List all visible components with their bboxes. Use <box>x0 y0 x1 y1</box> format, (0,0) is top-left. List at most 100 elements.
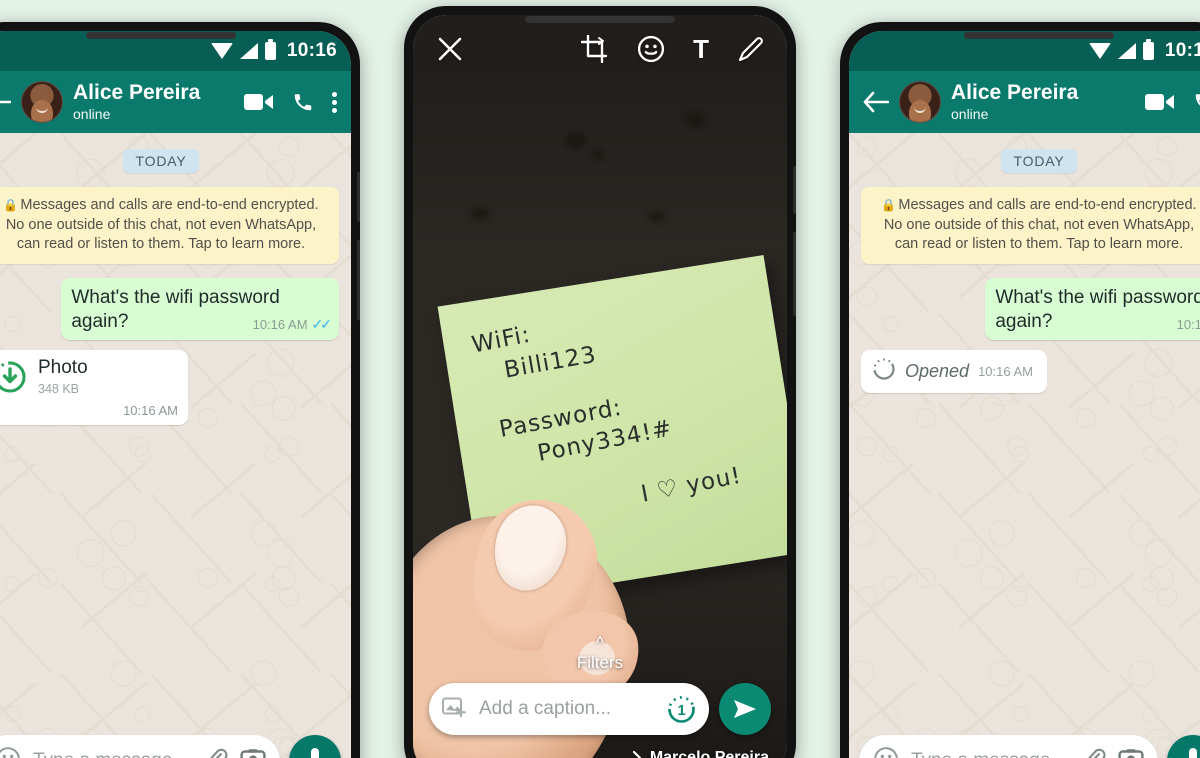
recipient-row[interactable]: Marcelo Pereira <box>631 749 769 758</box>
phone-volume-button[interactable] <box>793 232 796 316</box>
chat-message-list: TODAY 🔒 Messages and calls are end-to-end… <box>0 133 351 758</box>
microphone-icon <box>1189 748 1197 758</box>
message-meta: 10:16 AM ✓✓ <box>253 315 333 334</box>
video-call-icon[interactable] <box>1145 92 1175 112</box>
message-input-placeholder[interactable]: Type a message <box>33 750 190 758</box>
phone-middle-photo-editor: WiFi: Billi123 Password: Pony334!# I ♡ y… <box>404 6 796 758</box>
view-once-opened-icon <box>872 357 896 386</box>
status-bar-time: 10:16 <box>286 40 337 61</box>
message-input-pill[interactable]: Type a message <box>859 735 1158 758</box>
phone-side-button[interactable] <box>793 166 796 214</box>
contact-avatar[interactable] <box>21 81 63 123</box>
contact-name: Alice Pereira <box>951 81 1079 105</box>
double-check-read-icon: ✓✓ <box>311 315 333 332</box>
chat-header-texts[interactable]: Alice Pereira online <box>951 82 1135 122</box>
pencil-draw-icon[interactable] <box>737 35 765 63</box>
phone-call-icon[interactable] <box>292 91 314 113</box>
filters-control[interactable]: ^ Filters <box>413 634 787 673</box>
phone-side-button[interactable] <box>357 172 360 222</box>
battery-icon <box>264 39 276 60</box>
caption-placeholder[interactable]: Add a caption... <box>479 698 654 720</box>
microphone-icon <box>311 748 319 758</box>
emoji-icon[interactable] <box>0 746 21 758</box>
chevron-up-icon: ^ <box>596 633 604 652</box>
emoji-icon[interactable] <box>873 746 899 758</box>
opened-label: Opened <box>905 360 970 381</box>
message-text: What's the wifi password again? <box>71 287 280 332</box>
wifi-icon <box>1088 43 1111 59</box>
message-composer: Type a message <box>0 729 351 758</box>
camera-icon[interactable] <box>240 747 266 758</box>
middle-screen: WiFi: Billi123 Password: Pony334!# I ♡ y… <box>413 15 787 758</box>
message-input-placeholder[interactable]: Type a message <box>911 750 1068 758</box>
send-button[interactable] <box>719 683 771 735</box>
encryption-notice-text: Messages and calls are end-to-end encryp… <box>883 197 1197 253</box>
message-meta: 10:16 AM ✓✓ <box>1177 316 1200 334</box>
view-once-download-icon[interactable] <box>0 360 27 394</box>
view-once-badge[interactable]: 1 <box>666 694 697 725</box>
screenshot-stage: 10:16 Alice Pereira online TODAY 🔒 Messa… <box>0 0 1200 758</box>
encryption-notice[interactable]: 🔒 Messages and calls are end-to-end encry… <box>861 187 1200 265</box>
close-icon[interactable] <box>435 34 465 64</box>
status-bar-time: 10:16 <box>1164 40 1200 61</box>
back-arrow-icon[interactable] <box>863 91 889 113</box>
message-row-outgoing: What's the wifi password again? 10:16 AM… <box>0 278 339 340</box>
chevron-right-icon <box>632 750 641 758</box>
left-screen: 10:16 Alice Pereira online TODAY 🔒 Messa… <box>0 31 351 758</box>
voice-record-button[interactable] <box>289 735 341 758</box>
file-name: Photo <box>38 356 88 378</box>
signal-icon <box>239 43 258 59</box>
back-arrow-icon[interactable] <box>0 91 11 113</box>
status-bar: 10:16 <box>849 31 1200 71</box>
note-line-5: I ♡ you! <box>639 462 744 508</box>
contact-presence: online <box>951 106 989 123</box>
paperclip-icon[interactable] <box>1080 746 1106 758</box>
message-text: What's the wifi password again? <box>995 287 1200 332</box>
video-call-icon[interactable] <box>244 92 274 112</box>
encryption-notice[interactable]: 🔒 Messages and calls are end-to-end encry… <box>0 187 339 265</box>
chat-header-actions <box>1145 91 1200 113</box>
photo-editor: WiFi: Billi123 Password: Pony334!# I ♡ y… <box>413 15 787 758</box>
message-row-outgoing: What's the wifi password again? 10:16 AM… <box>861 278 1200 340</box>
message-bubble-photo[interactable]: Photo 348 KB 10:16 AM <box>0 349 188 426</box>
wifi-icon <box>210 43 233 59</box>
lock-icon: 🔒 <box>881 198 897 212</box>
contact-avatar[interactable] <box>899 81 941 123</box>
paperclip-icon[interactable] <box>202 746 228 758</box>
caption-input-pill[interactable]: Add a caption... 1 <box>429 683 709 735</box>
add-text-icon[interactable]: T <box>693 36 709 62</box>
svg-text:1: 1 <box>677 702 685 719</box>
phone-call-icon[interactable] <box>1193 91 1200 113</box>
send-icon <box>734 700 756 718</box>
caption-bar: Add a caption... 1 <box>413 683 787 735</box>
add-photo-icon[interactable] <box>441 695 467 724</box>
day-divider: TODAY <box>1000 149 1078 173</box>
message-time: 10:16 AM <box>1176 316 1200 332</box>
voice-record-button[interactable] <box>1167 735 1200 758</box>
phone-volume-button[interactable] <box>357 240 360 320</box>
filters-label: Filters <box>576 653 624 672</box>
message-row-photo: Photo 348 KB 10:16 AM <box>0 349 339 426</box>
camera-icon[interactable] <box>1118 747 1144 758</box>
chat-header-actions <box>244 89 337 116</box>
crop-rotate-icon[interactable] <box>581 35 609 63</box>
recipient-name: Marcelo Pereira <box>649 749 769 758</box>
message-bubble-outgoing[interactable]: What's the wifi password again? 10:16 AM… <box>985 278 1200 340</box>
message-bubble-outgoing[interactable]: What's the wifi password again? 10:16 AM… <box>61 278 339 340</box>
phone-right-receiver-chat: 10:16 Alice Pereira online <box>840 22 1200 758</box>
chat-message-list: TODAY 🔒 Messages and calls are end-to-end… <box>849 133 1200 758</box>
photo-editor-toolbar: T <box>413 15 787 83</box>
view-once-opened-receipt[interactable]: Opened 10:16 AM <box>861 349 1047 393</box>
message-input-pill[interactable]: Type a message <box>0 735 280 758</box>
battery-icon <box>1142 39 1154 60</box>
chat-header: Alice Pereira online <box>849 71 1200 133</box>
contact-presence: online <box>73 106 111 123</box>
right-screen: 10:16 Alice Pereira online <box>849 31 1200 758</box>
encryption-notice-text: Messages and calls are end-to-end encryp… <box>5 197 319 253</box>
opened-time: 10:16 AM <box>978 363 1033 379</box>
chat-header-texts[interactable]: Alice Pereira online <box>73 82 234 122</box>
contact-name: Alice Pereira <box>73 81 201 105</box>
more-options-icon[interactable] <box>332 89 337 116</box>
sticker-emoji-icon[interactable] <box>637 35 665 63</box>
file-size: 348 KB <box>38 381 80 396</box>
